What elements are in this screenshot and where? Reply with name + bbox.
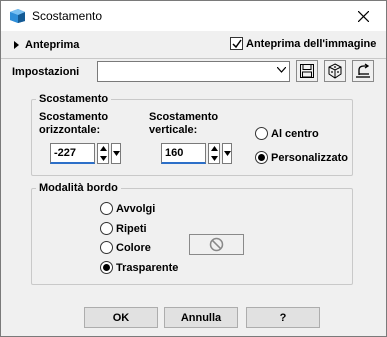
ok-button[interactable]: OK — [84, 307, 158, 328]
dice-icon — [328, 63, 342, 79]
radio-custom[interactable]: Personalizzato — [255, 151, 348, 164]
radio-color[interactable]: Colore — [100, 241, 151, 254]
presets-combobox[interactable] — [97, 61, 290, 82]
horizontal-offset-label-line2: orizzontale: — [39, 124, 101, 136]
step-down-button[interactable] — [209, 154, 219, 164]
checkmark-icon — [231, 39, 242, 48]
radio-repeat[interactable]: Ripeti — [100, 222, 147, 235]
arrow-up-icon — [210, 146, 218, 152]
save-preset-button[interactable] — [296, 60, 318, 82]
floppy-disk-icon — [300, 64, 314, 78]
app-icon — [9, 8, 26, 24]
close-button[interactable] — [340, 1, 386, 31]
preview-expander-label: Anteprima — [25, 39, 80, 51]
horizontal-offset-input[interactable]: -227 — [50, 143, 95, 164]
radio-color-label: Colore — [116, 241, 151, 254]
vertical-offset-label-line1: Scostamento — [149, 111, 219, 123]
radio-repeat-dot — [100, 222, 113, 235]
horizontal-offset-label-line1: Scostamento — [39, 111, 109, 123]
chevron-down-icon — [277, 67, 286, 73]
image-preview-label: Anteprima dell'immagine — [246, 37, 377, 50]
vertical-offset-label-line2: verticale: — [149, 124, 198, 136]
vertical-offset-stepper[interactable] — [208, 143, 220, 164]
dialog-window: Scostamento Anteprima Anteprima dell'imm… — [0, 0, 387, 337]
reset-button[interactable] — [352, 60, 374, 82]
radio-center[interactable]: Al centro — [255, 127, 319, 140]
radio-wrap-dot — [100, 202, 113, 215]
radio-transparent[interactable]: Trasparente — [100, 261, 178, 274]
radio-center-label: Al centro — [271, 127, 319, 140]
vertical-offset-spinner[interactable]: 160 — [161, 143, 232, 164]
arrow-down-icon — [99, 155, 107, 161]
arrow-up-icon — [99, 146, 107, 152]
title-bar: Scostamento — [1, 1, 386, 31]
color-swatch[interactable] — [189, 234, 244, 255]
edge-mode-group-title: Modalità bordo — [36, 182, 121, 194]
horizontal-offset-label: Scostamento orizzontale: — [39, 111, 108, 137]
radio-wrap[interactable]: Avvolgi — [100, 202, 155, 215]
horizontal-offset-stepper[interactable] — [97, 143, 109, 164]
expand-arrow-icon — [14, 41, 19, 49]
cancel-button[interactable]: Annulla — [164, 307, 238, 328]
checkbox-box — [230, 37, 243, 50]
presets-label: Impostazioni — [12, 66, 80, 78]
radio-color-dot — [100, 241, 113, 254]
radio-custom-label: Personalizzato — [271, 151, 349, 164]
vertical-offset-input[interactable]: 160 — [161, 143, 206, 164]
image-preview-checkbox[interactable]: Anteprima dell'immagine — [230, 37, 376, 50]
reset-icon — [356, 63, 370, 78]
radio-transparent-dot — [100, 261, 113, 274]
chevron-down-icon — [223, 151, 231, 156]
randomize-button[interactable] — [324, 60, 346, 82]
radio-custom-dot — [255, 151, 268, 164]
vertical-offset-menu-button[interactable] — [222, 143, 232, 164]
radio-center-dot — [255, 127, 268, 140]
step-down-button[interactable] — [98, 154, 108, 164]
divider — [1, 58, 386, 59]
step-up-button[interactable] — [209, 144, 219, 154]
help-button[interactable]: ? — [246, 307, 320, 328]
horizontal-offset-menu-button[interactable] — [111, 143, 121, 164]
window-title: Scostamento — [32, 9, 103, 23]
preview-expander[interactable]: Anteprima — [14, 39, 79, 51]
radio-repeat-label: Ripeti — [116, 222, 147, 235]
close-icon — [357, 10, 369, 22]
radio-transparent-label: Trasparente — [116, 261, 179, 274]
offset-group-title: Scostamento — [36, 93, 112, 105]
no-color-icon — [209, 237, 224, 252]
radio-wrap-label: Avvolgi — [116, 202, 156, 215]
chevron-down-icon — [112, 151, 120, 156]
arrow-down-icon — [210, 155, 218, 161]
vertical-offset-label: Scostamento verticale: — [149, 111, 218, 137]
horizontal-offset-spinner[interactable]: -227 — [50, 143, 121, 164]
step-up-button[interactable] — [98, 144, 108, 154]
